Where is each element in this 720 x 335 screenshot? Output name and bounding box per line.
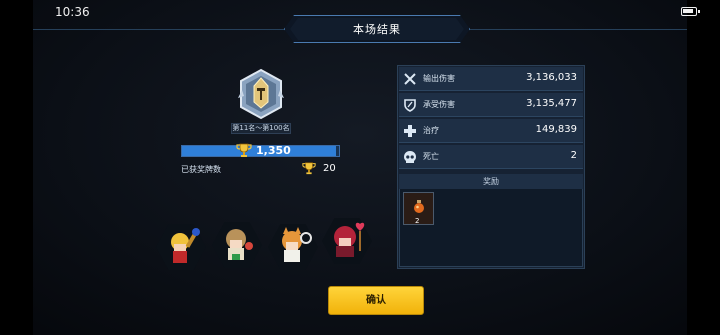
confirm-button[interactable]: 确认 [328, 286, 424, 315]
character-sprite [226, 229, 253, 260]
trophy-icon [236, 143, 252, 157]
stat-value: 3,135,477 [526, 98, 577, 109]
reward-header: 奖励 [399, 174, 583, 189]
character-sprite [282, 227, 312, 262]
stat-label: 治疗 [423, 126, 439, 135]
stat-label: 死亡 [423, 152, 439, 161]
battery-icon [681, 7, 700, 16]
trophy-icon [302, 162, 316, 175]
rank-label: 第11名～第100名 [231, 123, 291, 134]
stat-value: 3,136,033 [526, 72, 577, 83]
medal-progress-value: 1,350 [256, 144, 291, 157]
stat-row-healing: 治疗 149,839 [399, 119, 583, 143]
earned-medals-label: 已获奖牌数 [181, 165, 221, 174]
game-screen [0, 0, 720, 335]
heal-cross-icon [404, 125, 416, 137]
skull-icon [404, 151, 416, 163]
status-time: 10:36 [55, 5, 90, 19]
stat-value: 2 [570, 150, 577, 161]
reward-item-count: 2 [415, 217, 420, 225]
shield-icon [404, 99, 416, 112]
stat-label: 承受伤害 [423, 100, 455, 109]
swords-icon [404, 73, 416, 85]
character-portrait-1[interactable] [156, 222, 206, 272]
character-sprite [171, 228, 200, 263]
stat-row-damage-dealt: 输出伤害 3,136,033 [399, 67, 583, 91]
stat-row-damage-taken: 承受伤害 3,135,477 [399, 93, 583, 117]
right-letterbox [687, 0, 720, 335]
character-portrait-4[interactable] [322, 216, 372, 266]
stat-label: 输出伤害 [423, 74, 455, 83]
character-portrait-2[interactable] [212, 220, 262, 270]
character-portrait-3[interactable] [268, 222, 318, 272]
page-title: 本场结果 [353, 23, 401, 36]
stat-row-deaths: 死亡 2 [399, 145, 583, 169]
potion-icon [414, 200, 424, 213]
earned-medals-value: 20 [323, 163, 336, 174]
left-letterbox [0, 0, 33, 335]
character-sprite [334, 222, 365, 257]
rank-emblem-icon [238, 68, 284, 120]
stat-value: 149,839 [535, 124, 577, 135]
